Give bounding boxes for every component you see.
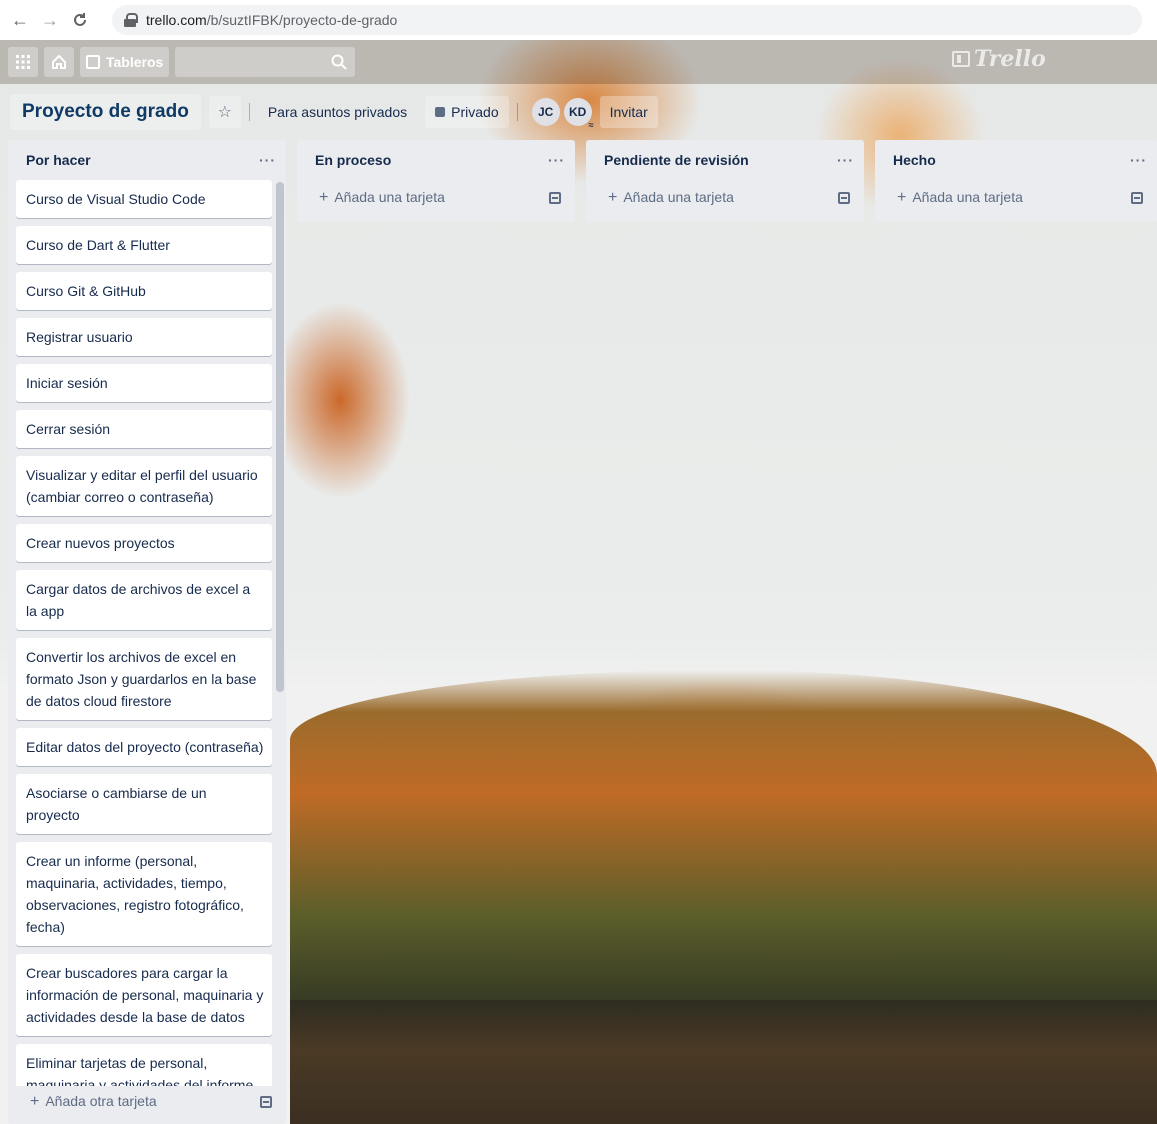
card[interactable]: Crear buscadores para cargar la informac…	[16, 954, 272, 1036]
home-icon	[52, 54, 66, 69]
add-card-button[interactable]: + Añada una tarjeta	[297, 180, 575, 216]
visibility-label: Privado	[451, 104, 499, 120]
add-card-button[interactable]: + Añada una tarjeta	[586, 180, 864, 216]
list-scrollbar[interactable]	[276, 182, 284, 692]
add-card-label: + Añada una tarjeta	[608, 189, 734, 207]
list-title: Por hacer	[26, 152, 91, 168]
star-button[interactable]: ☆	[208, 96, 241, 128]
card[interactable]: Crear un informe (personal, maquinaria, …	[16, 842, 272, 946]
plus-icon: +	[319, 189, 329, 206]
boards-label: Tableros	[106, 54, 164, 70]
search-input[interactable]	[175, 47, 356, 77]
search-icon	[331, 54, 348, 70]
list-menu-icon[interactable]: ···	[837, 152, 854, 168]
avatar-kd-initials: KD	[568, 105, 587, 119]
boards-button[interactable]: Tableros	[80, 47, 170, 77]
card-template-icon[interactable]	[1131, 192, 1143, 204]
list-hecho: Hecho ··· + Añada una tarjeta	[875, 140, 1157, 222]
add-card-text: Añada una tarjeta	[912, 189, 1023, 205]
card[interactable]: Curso Git & GitHub	[16, 272, 272, 310]
reload-icon[interactable]	[68, 8, 92, 32]
add-card-label: + Añada otra tarjeta	[30, 1093, 157, 1111]
add-card-label: + Añada una tarjeta	[897, 189, 1023, 207]
list-header[interactable]: Hecho ···	[875, 140, 1157, 180]
card[interactable]: Registrar usuario	[16, 318, 272, 356]
grid-icon	[16, 55, 30, 69]
board-header: Proyecto de grado ☆ Para asuntos privado…	[10, 92, 658, 132]
visibility-button[interactable]: Privado	[425, 96, 509, 128]
list-menu-icon[interactable]: ···	[259, 152, 276, 168]
plus-icon: +	[897, 189, 907, 206]
list-header[interactable]: En proceso ···	[297, 140, 575, 180]
url-host: trello.com	[146, 12, 207, 28]
card[interactable]: Curso de Dart & Flutter	[16, 226, 272, 264]
list-header[interactable]: Por hacer ···	[8, 140, 286, 180]
trello-logo[interactable]: Trello	[952, 46, 1046, 72]
url-path: /b/suztIFBK/proyecto-de-grado	[206, 12, 398, 28]
team-button[interactable]: Para asuntos privados	[258, 96, 417, 128]
plus-icon: +	[30, 1093, 40, 1110]
home-button[interactable]	[44, 47, 74, 77]
lake-image	[290, 1000, 1157, 1124]
card[interactable]: Convertir los archivos de excel en forma…	[16, 638, 272, 720]
apps-button[interactable]	[8, 47, 38, 77]
avatar-kd[interactable]: KD ≈	[563, 98, 594, 130]
list-menu-icon[interactable]: ···	[548, 152, 565, 168]
card[interactable]: Eliminar tarjetas de personal, maquinari…	[16, 1044, 272, 1086]
card[interactable]: Asociarse o cambiarse de un proyecto	[16, 774, 272, 834]
lock-icon	[435, 107, 446, 117]
plus-icon: +	[608, 189, 618, 206]
star-icon: ☆	[217, 104, 232, 121]
card[interactable]: Visualizar y editar el perfil del usuari…	[16, 456, 272, 516]
card-template-icon[interactable]	[549, 192, 561, 204]
card-list: Curso de Visual Studio Code Curso de Dar…	[8, 180, 286, 1086]
back-arrow-icon[interactable]: ←	[8, 8, 32, 32]
boards-icon	[86, 55, 100, 69]
list-menu-icon[interactable]: ···	[1130, 152, 1147, 168]
card[interactable]: Iniciar sesión	[16, 364, 272, 402]
list-title: En proceso	[315, 152, 392, 168]
list-pendiente-de-revision: Pendiente de revisión ··· + Añada una tar…	[586, 140, 864, 222]
card-template-icon[interactable]	[260, 1096, 272, 1108]
card[interactable]: Cargar datos de archivos de excel a la a…	[16, 570, 272, 630]
board-title[interactable]: Proyecto de grado	[10, 94, 201, 130]
forest-image	[290, 670, 1157, 1020]
reload-glyph	[74, 13, 86, 26]
trello-logo-text: Trello	[974, 46, 1046, 72]
add-card-label: + Añada una tarjeta	[319, 189, 445, 207]
invite-button[interactable]: Invitar	[599, 96, 658, 128]
add-card-text: Añada una tarjeta	[334, 189, 445, 205]
add-card-text: Añada una tarjeta	[623, 189, 734, 205]
list-title: Pendiente de revisión	[604, 152, 749, 168]
card[interactable]: Crear nuevos proyectos	[16, 524, 272, 562]
trello-logo-icon	[952, 51, 970, 67]
list-title: Hecho	[893, 152, 936, 168]
add-card-button[interactable]: + Añada otra tarjeta	[8, 1084, 286, 1120]
list-por-hacer: Por hacer ··· Curso de Visual Studio Cod…	[8, 140, 286, 1124]
avatar-jc[interactable]: JC	[531, 98, 560, 126]
address-bar[interactable]: trello.com/b/suztIFBK/proyecto-de-grado	[112, 5, 1142, 35]
lock-icon	[124, 13, 138, 27]
admin-badge-icon: ≈	[588, 120, 594, 130]
browser-toolbar: ← → trello.com/b/suztIFBK/proyecto-de-gr…	[0, 0, 1157, 40]
forward-arrow-icon[interactable]: →	[38, 8, 62, 32]
divider	[248, 103, 250, 121]
card[interactable]: Cerrar sesión	[16, 410, 272, 448]
card[interactable]: Curso de Visual Studio Code	[16, 180, 272, 218]
divider	[516, 103, 518, 121]
list-en-proceso: En proceso ··· + Añada una tarjeta	[297, 140, 575, 222]
add-card-text: Añada otra tarjeta	[45, 1093, 157, 1109]
add-card-button[interactable]: + Añada una tarjeta	[875, 180, 1157, 216]
card[interactable]: Editar datos del proyecto (contraseña)	[16, 728, 272, 766]
card-template-icon[interactable]	[838, 192, 850, 204]
list-header[interactable]: Pendiente de revisión ···	[586, 140, 864, 180]
